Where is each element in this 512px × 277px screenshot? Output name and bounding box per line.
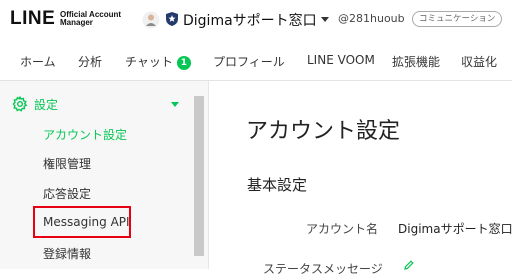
scrollbar[interactable] — [194, 96, 204, 256]
sidebar: 設定 — [0, 81, 209, 269]
logo-subtitle: Official Account Manager — [60, 10, 122, 27]
account-id: @281huoub — [338, 12, 405, 25]
chevron-down-icon[interactable] — [321, 17, 329, 22]
shield-icon — [166, 12, 178, 26]
plan-badge: コミュニケーション — [412, 11, 503, 27]
top-bar: LINE Official Account Manager Digimaサポート… — [0, 0, 512, 40]
main-nav: ホーム 分析 チャット 1 プロフィール LINE VOOM 拡張機能 収益化 — [0, 40, 512, 81]
nav-line-voom[interactable]: LINE VOOM — [307, 53, 375, 67]
line-logo[interactable]: LINE — [10, 8, 55, 30]
nav-home[interactable]: ホーム — [20, 53, 56, 70]
account-name[interactable]: Digimaサポート窓口 — [183, 10, 317, 30]
nav-monetization[interactable]: 収益化 — [461, 53, 497, 70]
sidebar-item-response-settings[interactable]: 応答設定 — [43, 185, 91, 202]
chevron-down-icon — [171, 102, 179, 107]
nav-extensions[interactable]: 拡張機能 — [392, 53, 440, 70]
sidebar-title: 設定 — [34, 98, 59, 112]
account-name-value: Digimaサポート窓口 — [398, 222, 512, 236]
nav-profile[interactable]: プロフィール — [213, 53, 285, 70]
sidebar-item-permissions[interactable]: 権限管理 — [43, 155, 91, 172]
nav-analytics[interactable]: 分析 — [78, 53, 102, 70]
unread-count-badge: 1 — [176, 56, 191, 70]
page-title: アカウント設定 — [246, 119, 401, 144]
section-title: 基本設定 — [247, 176, 308, 194]
sidebar-settings-header[interactable]: 設定 — [12, 96, 192, 112]
highlight-box — [33, 206, 131, 238]
avatar-icon[interactable] — [142, 11, 160, 29]
nav-chat[interactable]: チャット 1 — [125, 53, 191, 70]
sidebar-item-registration-info[interactable]: 登録情報 — [43, 245, 91, 262]
gear-icon — [12, 96, 28, 112]
account-name-label: アカウント名 — [306, 222, 379, 236]
sidebar-item-account-settings[interactable]: アカウント設定 — [43, 126, 127, 143]
nav-chat-label: チャット — [125, 55, 173, 69]
